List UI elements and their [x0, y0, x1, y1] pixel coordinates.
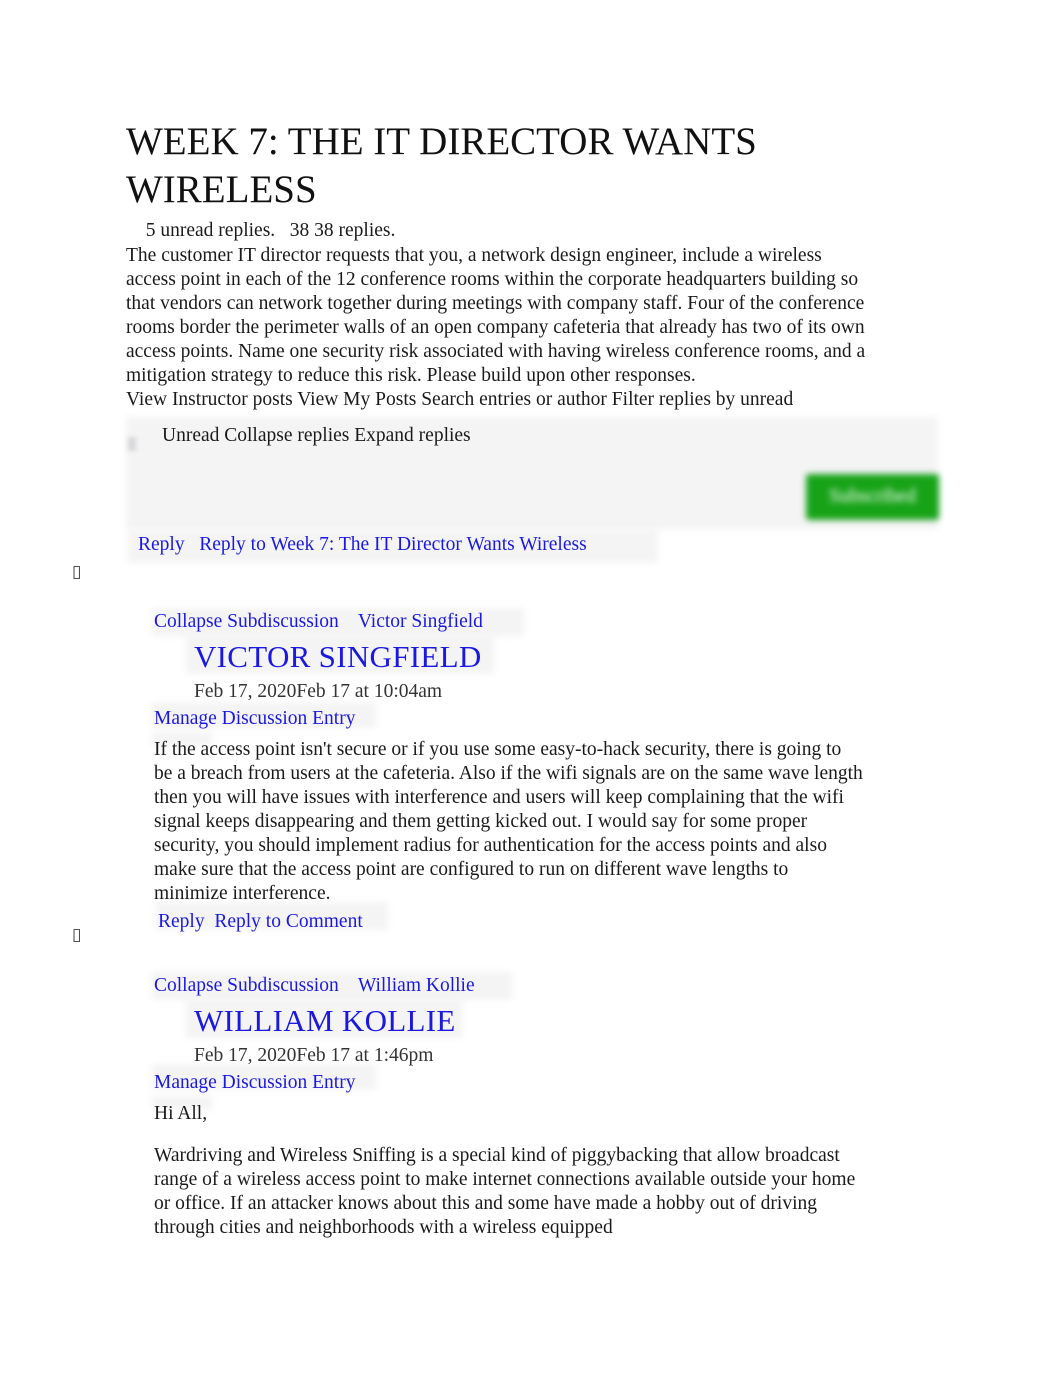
collapse-subdiscussion-link[interactable]: Collapse Subdiscussion	[154, 975, 339, 996]
entry-reply-row: Reply Reply to Comment	[158, 908, 914, 936]
entry-timestamp: Feb 17, 2020Feb 17 at 1:46pm	[194, 1045, 434, 1066]
manage-entry-row: Manage Discussion Entry	[154, 1070, 914, 1096]
manage-entry-row: Manage Discussion Entry	[154, 706, 914, 732]
entry-body-greeting: Hi All,	[154, 1103, 208, 1124]
subscribed-button[interactable]: Subscribed	[806, 474, 939, 520]
discussion-filters-row[interactable]: View Instructor posts View My Posts Sear…	[126, 388, 936, 412]
reply-to-topic-link[interactable]: Reply to Week 7: The IT Director Wants W…	[199, 534, 586, 555]
entry-header-row: Collapse Subdiscussion Victor Singfield	[154, 608, 914, 636]
missing-glyph-marker-1: ▯	[72, 562, 82, 582]
missing-glyph-marker-2: ▯	[72, 925, 82, 945]
discussion-view-options-row[interactable]: Unread Collapse replies Expand replies	[162, 424, 936, 448]
top-reply-row: Reply Reply to Week 7: The IT Director W…	[138, 530, 587, 560]
manage-discussion-entry-link[interactable]: Manage Discussion Entry	[154, 708, 355, 729]
document-page: WEEK 7: THE IT DIRECTOR WANTS WIRELESS 5…	[0, 0, 1062, 1377]
entry-reply-button[interactable]: Reply	[158, 911, 205, 932]
entry-author-display-name: VICTOR SINGFIELD	[194, 639, 482, 674]
entry-timestamp: Feb 17, 2020Feb 17 at 10:04am	[194, 681, 443, 702]
entry-body-paragraph: Wardriving and Wireless Sniffing is a sp…	[154, 1145, 856, 1238]
discussion-prompt: The customer IT director requests that y…	[126, 245, 866, 386]
reply-counts: 5 unread replies. 38 38 replies.	[136, 220, 396, 241]
reply-to-comment-link[interactable]: Reply to Comment	[214, 911, 362, 932]
discussion-entry: Collapse Subdiscussion William Kollie WI…	[154, 972, 914, 1240]
entry-author-link[interactable]: Victor Singfield	[358, 611, 483, 632]
manage-discussion-entry-link[interactable]: Manage Discussion Entry	[154, 1072, 355, 1093]
entry-body: Hi All, Wardriving and Wireless Sniffing…	[154, 1102, 864, 1240]
entry-body-paragraph: If the access point isn't secure or if y…	[154, 739, 863, 904]
discussion-entry: Collapse Subdiscussion Victor Singfield …	[154, 608, 914, 936]
collapse-subdiscussion-link[interactable]: Collapse Subdiscussion	[154, 611, 339, 632]
entry-header-row: Collapse Subdiscussion William Kollie	[154, 972, 914, 1000]
discussion-content: WEEK 7: THE IT DIRECTOR WANTS WIRELESS 5…	[126, 118, 936, 448]
entry-author-display-name: WILLIAM KOLLIE	[194, 1003, 456, 1038]
entry-author-link[interactable]: William Kollie	[358, 975, 475, 996]
entry-body: If the access point isn't secure or if y…	[154, 738, 864, 906]
reply-button[interactable]: Reply	[138, 534, 185, 555]
page-title: WEEK 7: THE IT DIRECTOR WANTS WIRELESS	[126, 120, 757, 211]
